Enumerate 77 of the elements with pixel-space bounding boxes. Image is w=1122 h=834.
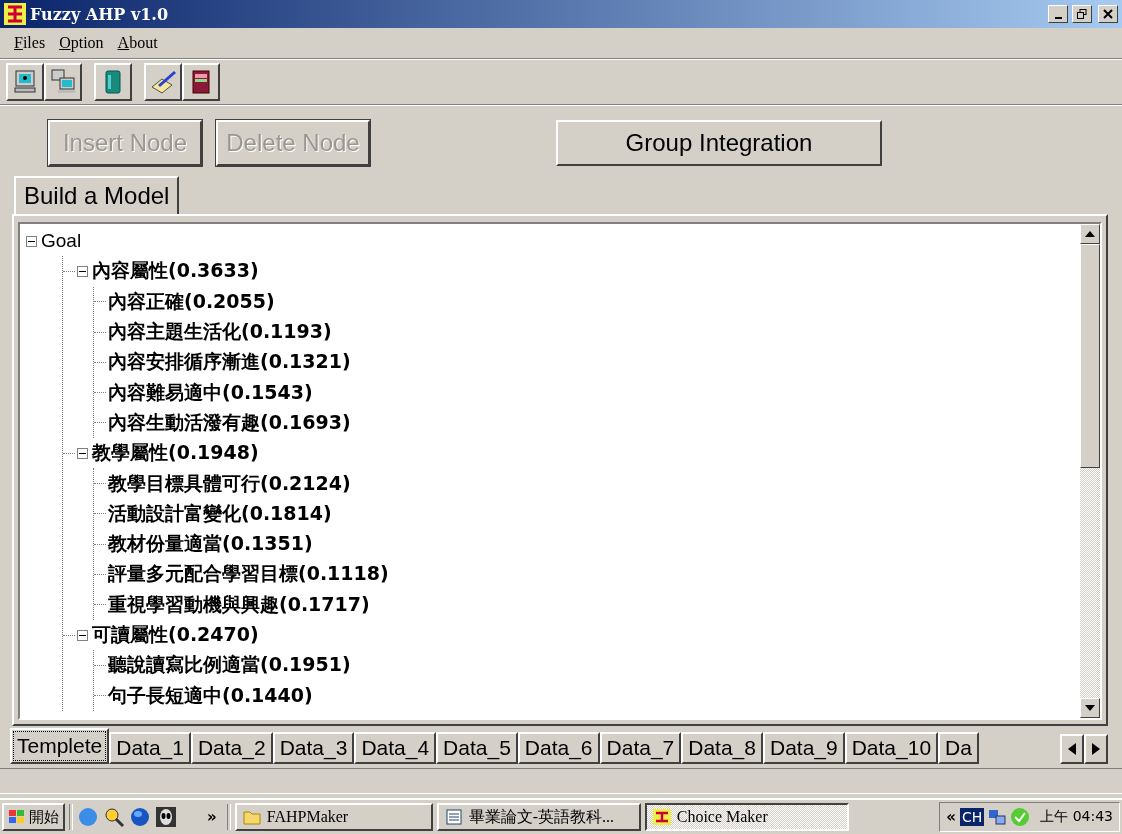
right-arrow-icon <box>1092 743 1100 755</box>
tab[interactable]: Da <box>938 732 979 764</box>
tab[interactable]: Data_4 <box>354 732 437 764</box>
alien-icon[interactable] <box>155 806 177 828</box>
collapse-toggle[interactable] <box>77 447 88 459</box>
tree-node[interactable]: 教學屬性(0.1948) <box>92 440 259 467</box>
clock: 上午 04:43 <box>1040 808 1113 826</box>
network-icon[interactable] <box>988 808 1007 826</box>
collapse-toggle[interactable] <box>26 235 37 247</box>
tree-node[interactable]: 教材份量適當(0.1351) <box>108 531 313 558</box>
taskbar-button[interactable]: 畢業論文-英語教科... <box>436 803 641 831</box>
toolbar-button[interactable] <box>94 63 132 101</box>
scroll-left-button[interactable] <box>1060 734 1084 764</box>
group-integration-button[interactable]: Group Integration <box>556 120 882 166</box>
tree-node[interactable]: Goal <box>41 230 82 253</box>
minimize-button[interactable] <box>1048 5 1068 23</box>
tree-node[interactable]: 活動設計富變化(0.1814) <box>108 500 332 527</box>
restore-button[interactable] <box>1072 5 1092 23</box>
tab[interactable]: Data_1 <box>109 732 191 764</box>
windows-logo-icon <box>8 809 26 825</box>
tree-node[interactable]: 可讀屬性(0.2470) <box>92 622 259 648</box>
scroll-right-button[interactable] <box>1084 734 1108 764</box>
tree-node[interactable]: 評量多元配合學習目標(0.1118) <box>108 561 389 588</box>
tree-node[interactable]: 內容主題生活化(0.1193) <box>108 319 332 346</box>
app-logo-icon <box>652 809 671 825</box>
restore-icon <box>1077 9 1087 19</box>
tab[interactable]: Data_5 <box>436 732 518 764</box>
tab[interactable]: Templete <box>10 728 110 764</box>
tree-node[interactable]: 內容正確(0.2055) <box>108 288 275 315</box>
menu-item[interactable]: About <box>115 32 160 54</box>
tab[interactable]: Data_3 <box>272 732 355 764</box>
tab[interactable]: Data_2 <box>190 732 273 764</box>
window-title: Fuzzy AHP v1.0 <box>30 4 169 24</box>
tab[interactable]: Data_8 <box>681 732 763 764</box>
tab[interactable]: Data_10 <box>844 732 939 764</box>
tree-node[interactable]: 重視學習動機與興趣(0.1717) <box>108 591 370 618</box>
vertical-scrollbar[interactable] <box>1080 224 1100 718</box>
toolbar-button[interactable] <box>144 63 182 101</box>
minus-icon <box>28 240 35 242</box>
minus-icon <box>79 452 86 454</box>
toolbar-button[interactable] <box>182 63 220 101</box>
tree-node[interactable]: 聽說讀寫比例適當(0.1951) <box>108 652 351 679</box>
menu-item[interactable]: Option <box>57 32 106 54</box>
menu-item[interactable]: Files <box>12 32 48 54</box>
more-button[interactable]: » <box>201 808 223 826</box>
tab[interactable]: Data_7 <box>599 732 682 764</box>
taskbar-button[interactable]: Choice Maker <box>644 803 849 831</box>
minus-icon <box>79 634 86 636</box>
close-icon <box>1103 9 1113 19</box>
tab[interactable]: Data_6 <box>517 732 600 764</box>
up-arrow-icon <box>1085 231 1095 237</box>
toolbar-button[interactable] <box>6 63 44 101</box>
tree-node[interactable]: 內容安排循序漸進(0.1321) <box>108 349 351 376</box>
left-arrow-icon <box>1068 743 1076 755</box>
tree-node[interactable]: 內容屬性(0.3633) <box>92 258 259 285</box>
down-arrow-icon <box>1085 705 1095 711</box>
input-method-indicator[interactable]: CH <box>959 808 985 826</box>
minus-icon <box>79 270 86 272</box>
search-icon[interactable] <box>103 806 125 828</box>
toolbar-button[interactable] <box>44 63 82 101</box>
close-button[interactable] <box>1098 5 1118 23</box>
tab[interactable]: Data_9 <box>762 732 845 764</box>
tree-node[interactable]: 句子長短適中(0.1440) <box>108 682 313 709</box>
taskbar-button[interactable]: FAHPMaker <box>234 803 433 831</box>
collapse-toggle[interactable] <box>77 265 88 277</box>
start-button[interactable]: 開始 <box>2 803 65 831</box>
tree-node[interactable]: 內容生動活潑有趣(0.1693) <box>108 409 351 436</box>
show-hidden-icons-button[interactable]: « <box>946 808 956 826</box>
tab[interactable]: Build a Model <box>14 176 180 214</box>
folder-icon <box>242 809 261 825</box>
app-logo-icon <box>4 3 26 25</box>
collapse-toggle[interactable] <box>77 629 88 641</box>
globe-icon[interactable] <box>129 806 151 828</box>
tree-node[interactable]: 內容難易適中(0.1543) <box>108 379 313 406</box>
document-icon <box>444 809 463 825</box>
tree-node[interactable]: 教學目標具體可行(0.2124) <box>108 470 351 497</box>
minimize-icon <box>1054 16 1062 19</box>
